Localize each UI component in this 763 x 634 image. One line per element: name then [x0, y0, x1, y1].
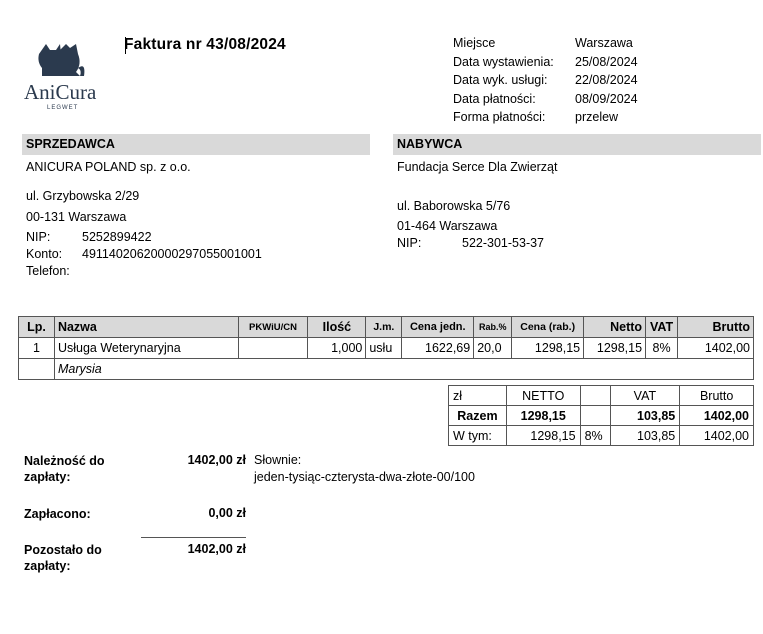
- items-table: Lp. Nazwa PKWiU/CN Ilość J.m. Cena jedn.…: [18, 316, 755, 380]
- remaining-value: 1402,00 zł: [187, 542, 246, 556]
- summary-breakdown-vat: 103,85: [609, 425, 681, 446]
- col-header-name: Nazwa: [53, 316, 239, 338]
- summary-header-net: NETTO: [505, 385, 581, 406]
- amount-due-label-line1: Należność do: [24, 454, 105, 468]
- meta-label-payment-method: Forma płatności:: [453, 110, 546, 124]
- summary-total-label: Razem: [448, 405, 507, 426]
- summary-table: zł NETTO VAT Brutto Razem 1298,15 103,85…: [448, 385, 754, 446]
- divider-line: [141, 537, 246, 538]
- table-row-description: Marysia: [18, 358, 755, 380]
- summary-breakdown-row: W tym: 1298,15 8% 103,85 1402,00: [448, 425, 754, 446]
- summary-header-gross: Brutto: [679, 385, 754, 406]
- cell-vat: 8%: [645, 337, 679, 359]
- meta-label-place: Miejsce: [453, 36, 496, 50]
- buyer-name: Fundacja Serce Dla Zwierząt: [397, 160, 558, 174]
- seller-nip: 5252899422: [82, 230, 152, 244]
- col-header-discount: Rab.%: [473, 316, 513, 338]
- seller-nip-label: NIP:: [26, 230, 51, 244]
- cell-name: Usługa Weterynaryjna: [53, 337, 239, 359]
- amount-words-label: Słownie:: [254, 453, 302, 467]
- cell-discount: 20,0: [473, 337, 513, 359]
- summary-total-row: Razem 1298,15 103,85 1402,00: [448, 405, 754, 426]
- col-header-gross: Brutto: [677, 316, 754, 338]
- col-header-net: Netto: [583, 316, 647, 338]
- col-header-unit-price: Cena jedn.: [401, 316, 475, 338]
- remaining-label: Pozostało do zapłaty:: [24, 542, 102, 574]
- amount-due-label: Należność do zapłaty:: [24, 453, 105, 485]
- cell-unit-price: 1622,69: [401, 337, 475, 359]
- meta-value-payment-method: przelew: [575, 110, 619, 124]
- col-header-discounted-price: Cena (rab.): [511, 316, 585, 338]
- logo-name: AniCura: [24, 80, 97, 104]
- summary-breakdown-gross: 1402,00: [679, 425, 754, 446]
- buyer-nip: 522-301-53-37: [462, 236, 545, 250]
- summary-breakdown-net: 1298,15: [505, 425, 581, 446]
- seller-header: SPRZEDAWCA: [22, 134, 370, 155]
- cell-quantity: 1,000: [307, 337, 367, 359]
- summary-header-row: zł NETTO VAT Brutto: [448, 385, 754, 406]
- amount-due-label-line2: zapłaty:: [24, 470, 71, 484]
- meta-value-payment-date: 08/09/2024: [575, 91, 638, 106]
- summary-header-currency: zł: [448, 385, 507, 406]
- meta-label-issue-date: Data wystawienia:: [453, 54, 554, 69]
- summary-total-gross: 1402,00: [679, 405, 754, 426]
- seller-phone-label: Telefon:: [26, 264, 70, 278]
- item-description: Marysia: [53, 358, 755, 380]
- seller-city: 00-131 Warszawa: [26, 210, 127, 224]
- table-row: 1 Usługa Weterynaryjna 1,000 usłu 1622,6…: [18, 337, 754, 359]
- remaining-label-line2: zapłaty:: [24, 559, 71, 573]
- amount-in-words: jeden-tysiąc-czterysta-dwa-złote-00/100: [254, 470, 475, 484]
- invoice-title: Faktura nr 43/08/2024: [124, 36, 286, 53]
- summary-header-vat: VAT: [609, 385, 681, 406]
- invoice-meta-values: Warszawa 25/08/2024 22/08/2024 08/09/202…: [575, 34, 638, 127]
- invoice-meta-labels: Miejsce Data wystawienia: Data wyk. usłu…: [453, 34, 554, 127]
- summary-breakdown-label: W tym:: [448, 425, 507, 446]
- meta-label-service-date: Data wyk. usługi:: [453, 73, 548, 87]
- col-header-pkwiu: PKWiU/CN: [237, 316, 309, 338]
- col-header-lp: Lp.: [18, 316, 55, 338]
- logo-subtitle: LEGWET: [47, 105, 79, 111]
- cell-net: 1298,15: [583, 337, 647, 359]
- buyer-nip-label: NIP:: [397, 236, 422, 250]
- amount-due-value: 1402,00 zł: [187, 453, 246, 467]
- seller-account-label: Konto:: [26, 247, 63, 261]
- remaining-label-line1: Pozostało do: [24, 543, 102, 557]
- summary-breakdown-rate: 8%: [579, 425, 611, 446]
- buyer-header: NABYWCA: [393, 134, 761, 155]
- col-header-vat: VAT: [645, 316, 679, 338]
- seller-name: ANICURA POLAND sp. z o.o.: [26, 160, 191, 174]
- cell-gross: 1402,00: [677, 337, 754, 359]
- cell-pkwiu: [237, 337, 309, 359]
- cell-lp: 1: [18, 337, 55, 359]
- buyer-city: 01-464 Warszawa: [397, 219, 498, 233]
- text-cursor: [125, 37, 126, 54]
- col-header-quantity: Ilość: [307, 316, 367, 338]
- summary-total-vat: 103,85: [609, 405, 681, 426]
- meta-label-payment-date: Data płatności:: [453, 91, 536, 106]
- buyer-street: ul. Baborowska 5/76: [397, 199, 511, 213]
- cell-desc-spacer: [18, 358, 55, 380]
- paid-value: 0,00 zł: [208, 506, 246, 520]
- paid-label: Zapłacono:: [24, 507, 91, 521]
- meta-value-service-date: 22/08/2024: [575, 73, 638, 87]
- seller-street: ul. Grzybowska 2/29: [26, 189, 140, 203]
- cell-unit: usłu: [365, 337, 403, 359]
- meta-value-place: Warszawa: [575, 36, 633, 50]
- seller-account: 49114020620000297055001001: [82, 247, 262, 261]
- summary-header-empty: [579, 385, 611, 406]
- items-header-row: Lp. Nazwa PKWiU/CN Ilość J.m. Cena jedn.…: [18, 316, 754, 338]
- col-header-unit: J.m.: [365, 316, 403, 338]
- meta-value-issue-date: 25/08/2024: [575, 54, 638, 69]
- cell-discounted-price: 1298,15: [511, 337, 585, 359]
- summary-total-net: 1298,15: [505, 405, 581, 426]
- summary-total-empty: [579, 405, 611, 426]
